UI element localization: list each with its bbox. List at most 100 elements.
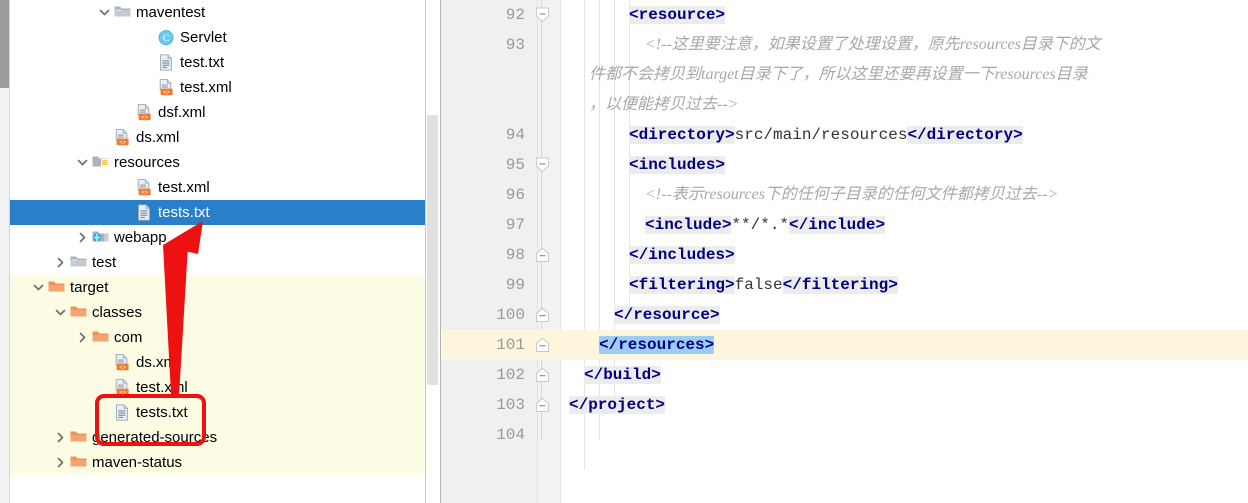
tree-item-maventest[interactable]: maventest (10, 0, 441, 25)
tree-item-label: tests.txt (136, 404, 188, 421)
chevron-right-icon[interactable] (76, 331, 89, 344)
code-segment-tag: </filtering> (782, 276, 898, 294)
fold-expanded-icon[interactable] (535, 157, 550, 173)
code-line-99[interactable]: 99 <filtering>false</filtering> (441, 270, 1248, 300)
code-line-101[interactable]: 101 </resources> (441, 330, 1248, 360)
code-text: </resource> (614, 300, 720, 330)
code-segment-tag: </build> (584, 366, 661, 384)
tree-left-scrollbar-thumb[interactable] (0, 0, 9, 88)
svg-text:<>: <> (119, 140, 126, 146)
code-segment-tag: <include> (645, 216, 732, 234)
file-txt-icon (158, 54, 175, 71)
tree-item-label: ds.xml (136, 354, 180, 371)
tree-item-label: test (92, 254, 117, 271)
tree-item-ds-xml[interactable]: <> ds.xml (10, 350, 441, 375)
code-line-93[interactable]: 93 <!--这里要注意，如果设置了处理设置，原先resources目录下的文 (441, 30, 1248, 60)
code-line-94[interactable]: 94 <directory>src/main/resources</directo… (441, 120, 1248, 150)
fold-collapse-icon[interactable] (535, 367, 550, 382)
code-segment-tag: <directory> (629, 126, 735, 144)
code-text: ，以便能拷贝过去--> (589, 90, 738, 120)
code-line-104[interactable]: 104 (441, 420, 1248, 450)
folder-res-icon (92, 154, 109, 171)
tree-item-test-txt[interactable]: test.txt (10, 50, 441, 75)
folder-gray-icon (114, 4, 131, 21)
tree-item-test-xml[interactable]: <> test.xml (10, 175, 441, 200)
tree-item-resources[interactable]: resources (10, 150, 441, 175)
class-c-icon: C (158, 29, 175, 46)
code-line-96[interactable]: 96 <!--表示resources下的任何子目录的任何文件都拷贝过去--> (441, 180, 1248, 210)
tree-item-label: tests.txt (158, 204, 210, 221)
chevron-down-icon[interactable] (98, 6, 111, 19)
tree-item-ds-xml[interactable]: <> ds.xml (10, 125, 441, 150)
file-xml-icon: <> (136, 179, 153, 196)
tree-item-generated-sources[interactable]: generated-sources (10, 425, 441, 450)
code-line-wrap[interactable]: ，以便能拷贝过去--> (441, 90, 1248, 120)
fold-collapse-icon[interactable] (535, 337, 550, 352)
code-text: <!--表示resources下的任何子目录的任何文件都拷贝过去--> (645, 180, 1058, 210)
tree-item-dsf-xml[interactable]: <> dsf.xml (10, 100, 441, 125)
code-segment-tag: </includes> (629, 246, 735, 264)
code-segment-comment: <!--这里要注意，如果设置了处理设置，原先resources目录下的文 (645, 36, 1101, 53)
chevron-down-icon[interactable] (76, 156, 89, 169)
line-number: 92 (505, 6, 525, 24)
chevron-right-icon[interactable] (54, 431, 67, 444)
code-segment-tag: </project> (569, 396, 666, 414)
tree-item-com[interactable]: com (10, 325, 441, 350)
tree-item-label: Servlet (180, 29, 227, 46)
code-text: <filtering>false</filtering> (629, 270, 898, 300)
tree-item-webapp[interactable]: webapp (10, 225, 441, 250)
tree-item-label: com (114, 329, 143, 346)
chevron-down-icon[interactable] (32, 281, 45, 294)
line-number: 101 (496, 336, 525, 354)
tree-item-classes[interactable]: classes (10, 300, 441, 325)
folder-orange-icon (48, 279, 65, 296)
chevron-right-icon[interactable] (76, 231, 89, 244)
line-number: 93 (505, 36, 525, 54)
code-segment-tag-selected: </resources> (599, 336, 715, 354)
code-line-97[interactable]: 97 <include>**/*.*</include> (441, 210, 1248, 240)
tree-item-maven-status[interactable]: maven-status (10, 450, 441, 475)
tree-item-tests-txt[interactable]: tests.txt (10, 400, 441, 425)
code-segment-tag: <filtering> (629, 276, 735, 294)
code-editor-panel[interactable]: 92 <resource> 93 <!--这里要注意，如果设置了处理设置，原先reso… (441, 0, 1248, 503)
code-line-100[interactable]: 100 </resource> (441, 300, 1248, 330)
tree-vertical-scrollbar-thumb[interactable] (427, 115, 438, 385)
code-text: 件都不会拷贝到target目录下了，所以这里还要再设置一下resources目录 (589, 60, 1088, 90)
tree-item-target[interactable]: target (10, 275, 441, 300)
code-line-103[interactable]: 103 </project> (441, 390, 1248, 420)
tree-item-label: test.xml (136, 379, 188, 396)
tree-item-test[interactable]: test (10, 250, 441, 275)
code-text: <resource> (629, 0, 726, 30)
fold-collapse-icon[interactable] (535, 397, 550, 412)
line-number: 99 (505, 276, 525, 294)
chevron-right-icon[interactable] (54, 456, 67, 469)
tree-left-scrollbar-track[interactable] (0, 0, 10, 503)
code-text: </resources> (599, 330, 715, 360)
code-line-98[interactable]: 98 </includes> (441, 240, 1248, 270)
folder-orange-icon (70, 304, 87, 321)
tree-item-tests-txt[interactable]: tests.txt (10, 200, 441, 225)
folder-web-icon (92, 229, 109, 246)
code-line-102[interactable]: 102 </build> (441, 360, 1248, 390)
tree-item-label: resources (114, 154, 180, 171)
code-line-92[interactable]: 92 <resource> (441, 0, 1248, 30)
code-line-wrap[interactable]: 件都不会拷贝到target目录下了，所以这里还要再设置一下resources目录 (441, 60, 1248, 90)
code-line-95[interactable]: 95 <includes> (441, 150, 1248, 180)
code-segment-text: false (734, 276, 783, 294)
tree-item-label: ds.xml (136, 129, 180, 146)
folder-orange-icon (70, 429, 87, 446)
code-segment-tag: </resource> (614, 306, 720, 324)
line-number: 100 (496, 306, 525, 324)
tree-item-servlet[interactable]: C Servlet (10, 25, 441, 50)
tree-item-test-xml[interactable]: <> test.xml (10, 75, 441, 100)
tree-item-test-xml[interactable]: <> test.xml (10, 375, 441, 400)
tree-item-label: dsf.xml (158, 104, 206, 121)
svg-text:<>: <> (119, 390, 126, 396)
chevron-right-icon[interactable] (54, 256, 67, 269)
fold-collapse-icon[interactable] (535, 247, 550, 262)
chevron-down-icon[interactable] (54, 306, 67, 319)
fold-collapse-icon[interactable] (535, 307, 550, 322)
folder-gray-icon (70, 254, 87, 271)
fold-expanded-icon[interactable] (535, 7, 550, 23)
project-tree-panel[interactable]: maventest C Servlet test.txt <> test.xml <> dsf… (0, 0, 441, 503)
